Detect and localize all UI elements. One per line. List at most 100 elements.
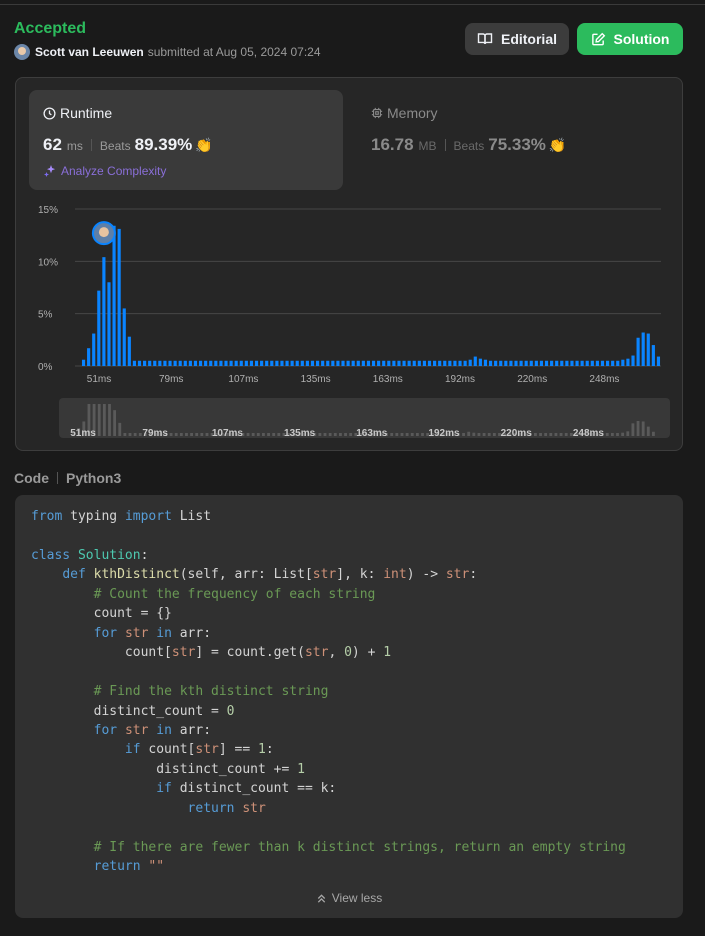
histogram-bar[interactable]: [204, 360, 208, 366]
chart-range-slider[interactable]: 51ms 79ms 107ms 135ms 163ms 192ms 220ms 248ms: [59, 398, 670, 439]
histogram-bar[interactable]: [371, 360, 376, 366]
histogram-bar[interactable]: [321, 360, 325, 366]
histogram-bar[interactable]: [473, 356, 477, 366]
histogram-bar[interactable]: [600, 360, 605, 366]
histogram-bar[interactable]: [305, 360, 309, 366]
histogram-bar[interactable]: [534, 360, 538, 366]
histogram-bar[interactable]: [397, 360, 401, 366]
histogram-bar[interactable]: [382, 360, 386, 366]
histogram-bar[interactable]: [621, 359, 625, 366]
histogram-bar[interactable]: [483, 359, 488, 366]
solution-button[interactable]: Solution: [577, 23, 683, 55]
histogram-bar[interactable]: [611, 360, 615, 366]
histogram-bar[interactable]: [463, 360, 467, 366]
histogram-bar[interactable]: [143, 360, 147, 366]
histogram-bar[interactable]: [178, 360, 182, 366]
code-block[interactable]: from typing import List class Solution: …: [15, 495, 683, 918]
histogram-bar[interactable]: [377, 360, 381, 366]
histogram-bar[interactable]: [153, 360, 157, 366]
histogram-bar[interactable]: [290, 360, 294, 366]
histogram-bar[interactable]: [468, 359, 472, 366]
histogram-bar[interactable]: [356, 360, 360, 366]
histogram-bar[interactable]: [570, 360, 574, 366]
histogram-bar[interactable]: [402, 360, 406, 366]
histogram-bar[interactable]: [316, 360, 320, 366]
histogram-bar[interactable]: [280, 360, 284, 366]
histogram-bar[interactable]: [590, 360, 594, 366]
histogram-bar[interactable]: [453, 360, 457, 366]
histogram-bar[interactable]: [183, 360, 187, 366]
histogram-bar[interactable]: [351, 360, 355, 366]
histogram-bar[interactable]: [285, 360, 289, 366]
histogram-bar[interactable]: [229, 360, 233, 366]
histogram-bar[interactable]: [519, 360, 523, 366]
histogram-bar[interactable]: [112, 225, 116, 366]
histogram-bar[interactable]: [92, 333, 96, 366]
histogram-bar[interactable]: [244, 360, 248, 366]
histogram-bar[interactable]: [173, 360, 177, 366]
histogram-bar[interactable]: [412, 360, 416, 366]
histogram-bar[interactable]: [81, 359, 86, 366]
histogram-bar[interactable]: [331, 360, 335, 366]
histogram-bar[interactable]: [361, 360, 365, 366]
histogram-bar[interactable]: [188, 360, 192, 366]
histogram-bar[interactable]: [509, 360, 513, 366]
histogram-bar[interactable]: [275, 360, 279, 366]
histogram-bar[interactable]: [524, 360, 528, 366]
histogram-bar[interactable]: [641, 332, 645, 366]
histogram-bar[interactable]: [544, 360, 549, 366]
analyze-complexity-link[interactable]: Analyze Complexity: [43, 164, 166, 178]
histogram-bar[interactable]: [616, 360, 620, 366]
histogram-bar[interactable]: [529, 360, 533, 366]
histogram-bar[interactable]: [97, 290, 101, 366]
histogram-bar[interactable]: [214, 360, 218, 366]
histogram-bar[interactable]: [580, 360, 584, 366]
histogram-bar[interactable]: [102, 257, 106, 366]
histogram-bar[interactable]: [198, 360, 203, 366]
histogram-bar[interactable]: [560, 360, 564, 366]
your-submission-marker[interactable]: [91, 221, 116, 246]
histogram-bar[interactable]: [341, 360, 345, 366]
histogram-bar[interactable]: [346, 360, 350, 366]
histogram-bar[interactable]: [239, 360, 243, 366]
histogram-bar[interactable]: [117, 228, 121, 366]
memory-card[interactable]: Memory 16.78 MB Beats 75.33% 👏: [357, 90, 671, 190]
runtime-card[interactable]: Runtime 62 ms Beats 89.39% 👏 Analyze Com…: [29, 90, 343, 190]
histogram-bar[interactable]: [656, 356, 661, 366]
histogram-bar[interactable]: [646, 333, 650, 366]
histogram-bar[interactable]: [626, 358, 630, 366]
histogram-bar[interactable]: [193, 360, 198, 366]
histogram-bar[interactable]: [651, 345, 655, 366]
histogram-bar[interactable]: [478, 358, 482, 366]
histogram-bar[interactable]: [565, 360, 569, 366]
view-less-button[interactable]: View less: [15, 891, 683, 905]
histogram-bar[interactable]: [107, 282, 111, 366]
histogram-bar[interactable]: [168, 360, 172, 366]
histogram-bar[interactable]: [443, 360, 447, 366]
histogram-bar[interactable]: [550, 360, 554, 366]
histogram-bar[interactable]: [122, 308, 126, 366]
histogram-bar[interactable]: [539, 360, 544, 366]
histogram-bar[interactable]: [514, 360, 518, 366]
histogram-bar[interactable]: [595, 360, 599, 366]
histogram-bar[interactable]: [163, 360, 167, 366]
histogram-bar[interactable]: [224, 360, 228, 366]
histogram-bar[interactable]: [265, 360, 269, 366]
histogram-bar[interactable]: [249, 360, 254, 366]
histogram-bar[interactable]: [366, 360, 371, 366]
histogram-bar[interactable]: [234, 360, 238, 366]
histogram-bar[interactable]: [392, 360, 396, 366]
histogram-bar[interactable]: [336, 360, 340, 366]
histogram-bar[interactable]: [417, 360, 421, 366]
histogram-bar[interactable]: [254, 360, 259, 366]
histogram-bar[interactable]: [387, 360, 391, 366]
histogram-bar[interactable]: [585, 360, 589, 366]
histogram-bar[interactable]: [407, 360, 411, 366]
histogram-bar[interactable]: [132, 360, 136, 366]
histogram-bar[interactable]: [433, 360, 437, 366]
histogram-bar[interactable]: [494, 360, 498, 366]
histogram-bar[interactable]: [438, 360, 442, 366]
histogram-bar[interactable]: [555, 360, 559, 366]
histogram-bar[interactable]: [636, 337, 640, 366]
histogram-bar[interactable]: [137, 360, 142, 366]
